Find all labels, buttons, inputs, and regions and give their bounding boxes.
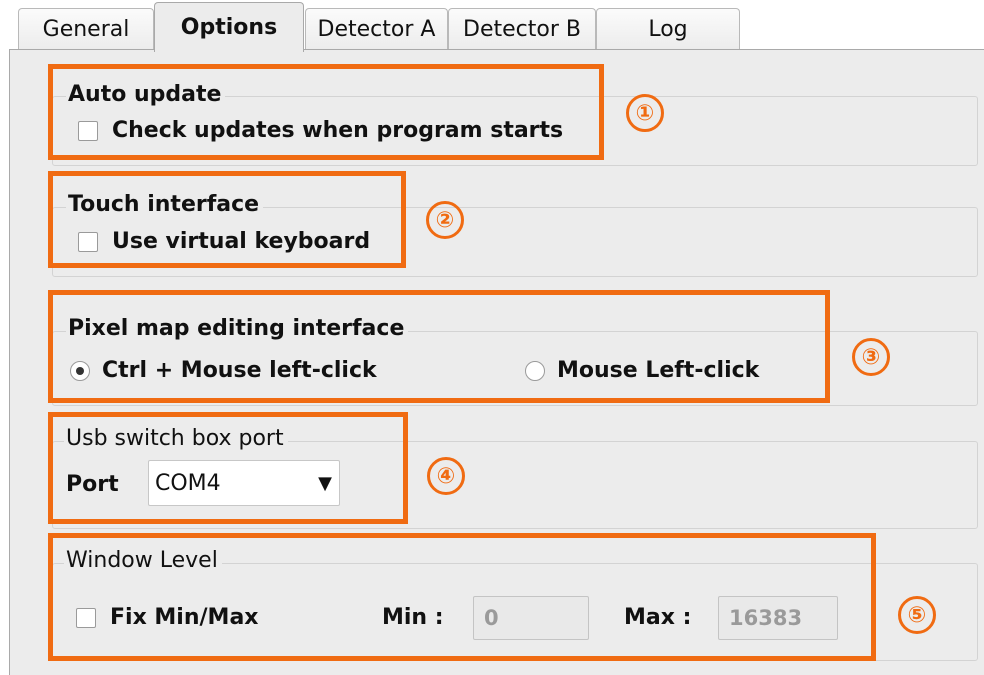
annotation-marker-1: ①	[626, 94, 664, 132]
annotation-marker-2: ②	[426, 201, 464, 239]
tab-log-label: Log	[648, 17, 688, 42]
tab-bar: General Options Detector A Detector B Lo…	[0, 0, 984, 52]
tab-detector-a-label: Detector A	[317, 17, 436, 42]
tab-detector-a[interactable]: Detector A	[305, 8, 448, 50]
tab-general-label: General	[42, 17, 130, 42]
highlight-box-5	[48, 533, 876, 661]
annotation-marker-5: ⑤	[898, 596, 936, 634]
tab-detector-b[interactable]: Detector B	[448, 8, 596, 50]
highlight-box-2	[48, 171, 406, 268]
annotation-marker-4: ④	[427, 457, 465, 495]
highlight-box-1	[48, 64, 604, 160]
annotation-marker-3: ③	[852, 338, 890, 376]
tab-log[interactable]: Log	[596, 8, 740, 50]
tab-detector-b-label: Detector B	[463, 17, 581, 42]
tab-options[interactable]: Options	[154, 2, 304, 52]
highlight-box-4	[48, 412, 408, 524]
tab-general[interactable]: General	[18, 8, 154, 50]
highlight-box-3	[48, 290, 830, 403]
tab-options-label: Options	[180, 15, 278, 40]
